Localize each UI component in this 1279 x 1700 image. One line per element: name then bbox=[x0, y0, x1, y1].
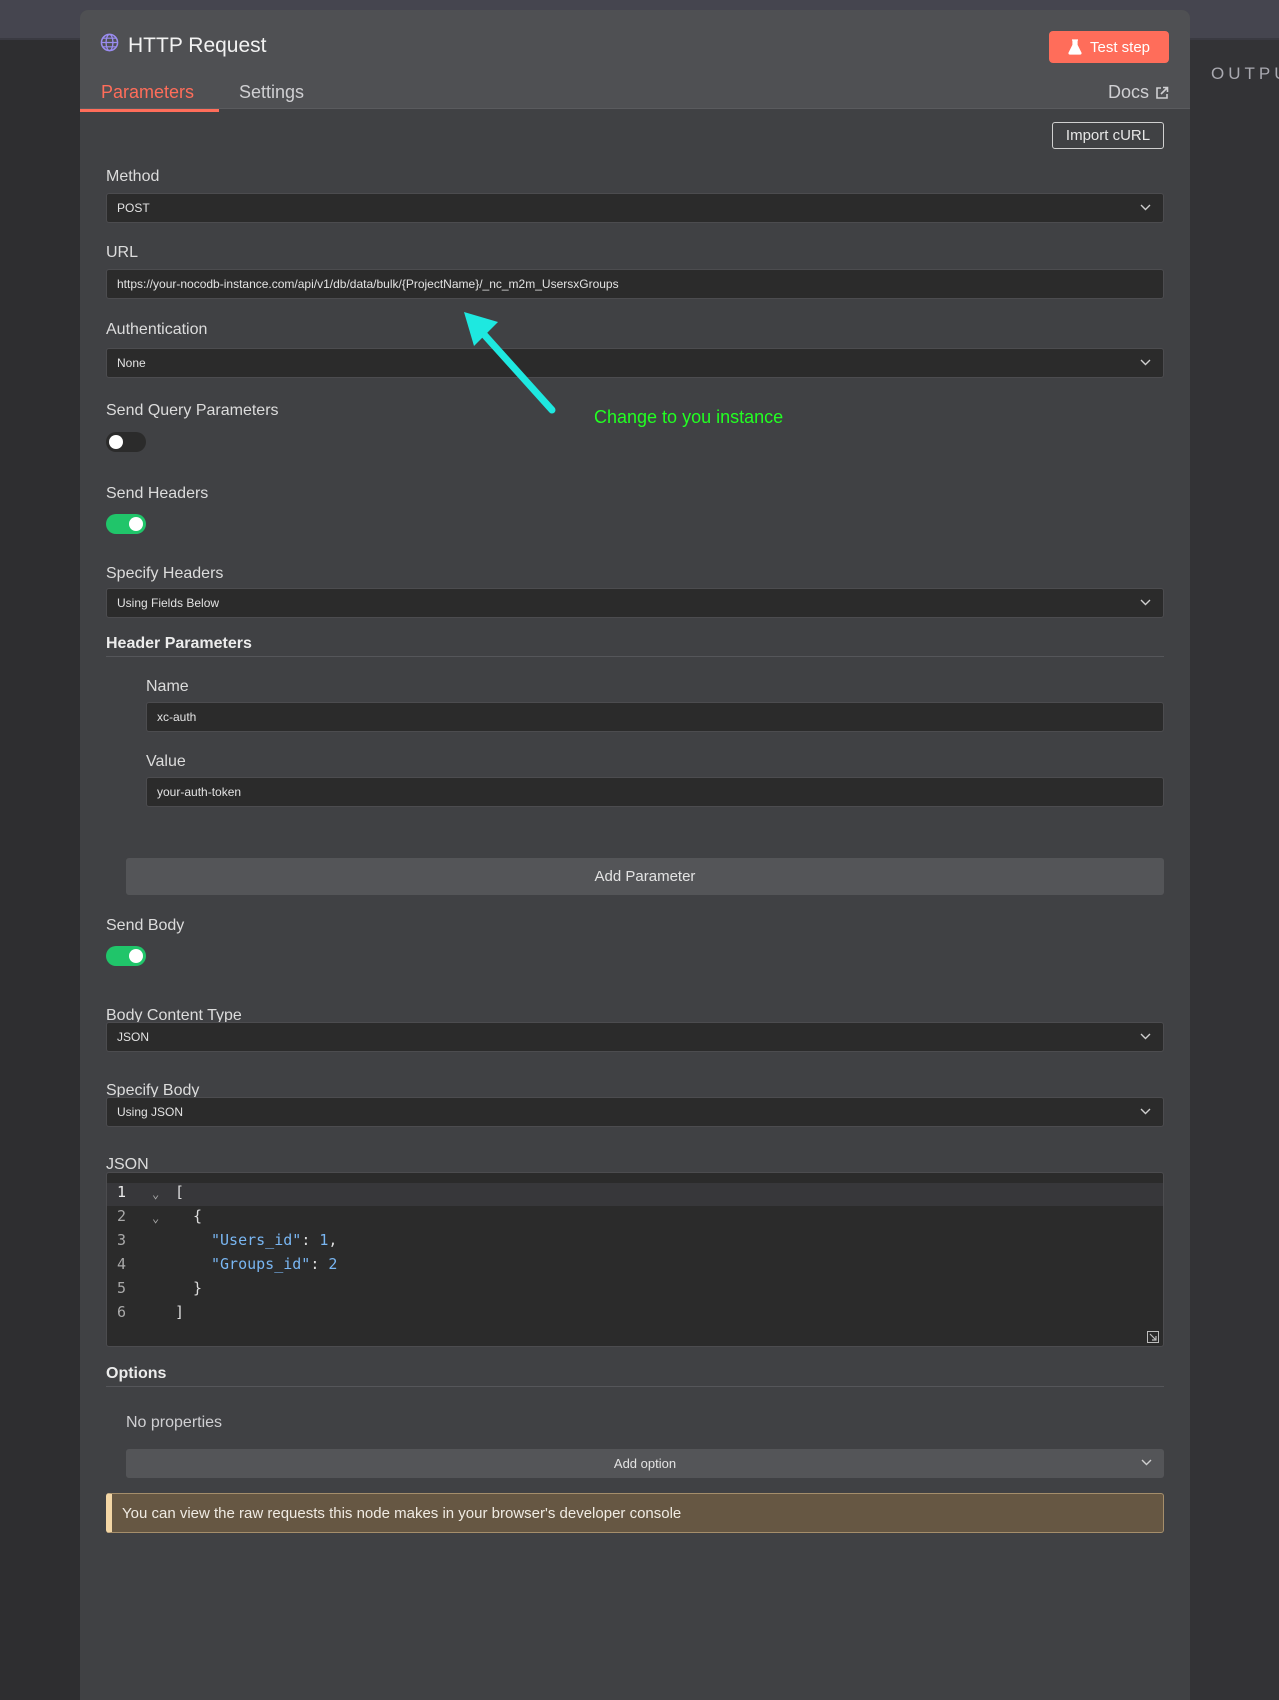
node-title: HTTP Request bbox=[128, 34, 267, 57]
line-number: 5 bbox=[117, 1279, 127, 1297]
json-editor[interactable]: 1 ⌄ [ 2 ⌄ { 3 "Users_id": 1, 4 "Groups_i… bbox=[106, 1172, 1164, 1347]
output-label: OUTPU bbox=[1211, 64, 1279, 83]
test-step-button[interactable]: Test step bbox=[1049, 31, 1169, 63]
send-headers-label: Send Headers bbox=[106, 485, 209, 502]
url-value: https://your-nocodb-instance.com/api/v1/… bbox=[117, 277, 619, 291]
specify-headers-value: Using Fields Below bbox=[117, 596, 220, 610]
active-tab-indicator bbox=[80, 109, 219, 112]
code-line: 6 ] bbox=[107, 1303, 1163, 1327]
code-line: 1 ⌄ [ bbox=[107, 1183, 1163, 1207]
specify-headers-select[interactable]: Using Fields Below bbox=[106, 588, 1164, 618]
docs-link[interactable]: Docs bbox=[1108, 82, 1169, 103]
line-number: 2 bbox=[117, 1207, 127, 1225]
test-step-label: Test step bbox=[1089, 38, 1151, 56]
tab-settings[interactable]: Settings bbox=[239, 82, 304, 103]
send-query-parameters-label: Send Query Parameters bbox=[106, 402, 279, 419]
fold-chevron-icon[interactable]: ⌄ bbox=[152, 1211, 159, 1225]
json-key: "Groups_id" bbox=[211, 1255, 311, 1273]
header-name-value: xc-auth bbox=[157, 710, 197, 724]
globe-icon bbox=[100, 33, 119, 52]
line-number: 6 bbox=[117, 1303, 127, 1321]
chevron-down-icon bbox=[1140, 204, 1151, 211]
header-parameters-title: Header Parameters bbox=[106, 635, 252, 652]
authentication-value: None bbox=[117, 356, 146, 370]
code-line: 4 "Groups_id": 2 bbox=[117, 1255, 338, 1273]
code-text: { bbox=[193, 1207, 203, 1225]
header-name-label: Name bbox=[146, 678, 189, 695]
header-value-label: Value bbox=[146, 753, 186, 770]
code-text: ] bbox=[175, 1303, 185, 1321]
expand-editor-icon[interactable] bbox=[1147, 1331, 1159, 1343]
notice-text: You can view the raw requests this node … bbox=[122, 1504, 682, 1522]
add-parameter-button[interactable]: Add Parameter bbox=[126, 858, 1164, 895]
specify-body-select[interactable]: Using JSON bbox=[106, 1097, 1164, 1127]
chevron-down-icon bbox=[1140, 599, 1151, 606]
send-query-parameters-toggle[interactable] bbox=[106, 432, 146, 452]
specify-body-value: Using JSON bbox=[117, 1105, 184, 1119]
authentication-select[interactable]: None bbox=[106, 348, 1164, 378]
authentication-label: Authentication bbox=[106, 321, 208, 338]
body-content-type-select[interactable]: JSON bbox=[106, 1022, 1164, 1052]
line-number: 3 bbox=[117, 1231, 127, 1249]
node-parameters-panel: HTTP Request Test step Parameters Settin… bbox=[80, 10, 1190, 1700]
flask-icon bbox=[1068, 39, 1082, 55]
header-divider bbox=[80, 108, 1190, 109]
json-number: 1 bbox=[319, 1231, 329, 1249]
output-pane bbox=[1190, 40, 1279, 1700]
send-body-label: Send Body bbox=[106, 917, 185, 934]
annotation-text: Change to you instance bbox=[594, 407, 784, 427]
send-headers-toggle[interactable] bbox=[106, 514, 146, 534]
fold-chevron-icon[interactable]: ⌄ bbox=[152, 1187, 159, 1201]
toggle-knob bbox=[109, 435, 123, 449]
section-divider bbox=[106, 656, 1164, 657]
line-number: 4 bbox=[117, 1255, 127, 1273]
specify-headers-label: Specify Headers bbox=[106, 565, 224, 582]
developer-console-notice: You can view the raw requests this node … bbox=[106, 1493, 1164, 1533]
toggle-knob bbox=[129, 517, 143, 531]
code-text: [ bbox=[175, 1183, 185, 1201]
external-link-icon bbox=[1156, 86, 1169, 99]
header-value-value: your-auth-token bbox=[157, 785, 242, 799]
toggle-knob bbox=[129, 949, 143, 963]
method-label: Method bbox=[106, 168, 160, 185]
chevron-down-icon bbox=[1141, 1459, 1152, 1466]
code-line: 2 ⌄ { bbox=[107, 1207, 1163, 1231]
url-input[interactable]: https://your-nocodb-instance.com/api/v1/… bbox=[106, 269, 1164, 299]
chevron-down-icon bbox=[1140, 1033, 1151, 1040]
add-option-label: Add option bbox=[613, 1456, 677, 1471]
chevron-down-icon bbox=[1140, 1108, 1151, 1115]
json-key: "Users_id" bbox=[211, 1231, 302, 1249]
header-value-input[interactable]: your-auth-token bbox=[146, 777, 1164, 807]
docs-label: Docs bbox=[1108, 82, 1150, 102]
add-option-select[interactable]: Add option bbox=[126, 1449, 1164, 1478]
section-divider bbox=[106, 1386, 1164, 1387]
no-properties-text: No properties bbox=[126, 1414, 223, 1431]
method-select[interactable]: POST bbox=[106, 193, 1164, 223]
send-body-toggle[interactable] bbox=[106, 946, 146, 966]
code-text: } bbox=[193, 1279, 203, 1297]
header-name-input[interactable]: xc-auth bbox=[146, 702, 1164, 732]
json-number: 2 bbox=[328, 1255, 338, 1273]
code-line: 5 } bbox=[107, 1279, 1163, 1303]
tab-parameters[interactable]: Parameters bbox=[101, 82, 194, 103]
url-label: URL bbox=[106, 244, 139, 261]
body-content-type-value: JSON bbox=[117, 1030, 150, 1044]
chevron-down-icon bbox=[1140, 359, 1151, 366]
line-number: 1 bbox=[117, 1183, 127, 1201]
options-title: Options bbox=[106, 1365, 167, 1382]
annotation-arrow-icon bbox=[464, 312, 556, 414]
import-curl-button[interactable]: Import cURL bbox=[1052, 122, 1164, 149]
method-value: POST bbox=[117, 201, 150, 215]
code-line: 3 "Users_id": 1, bbox=[117, 1231, 338, 1249]
